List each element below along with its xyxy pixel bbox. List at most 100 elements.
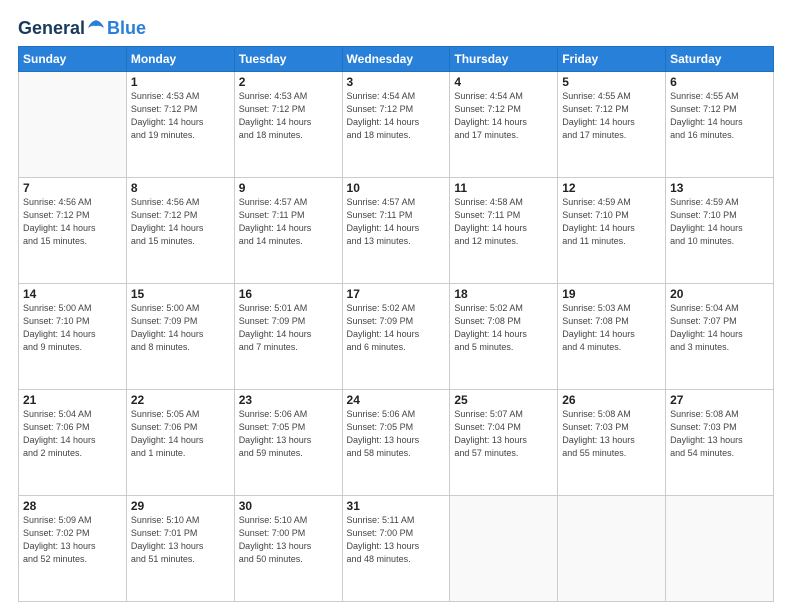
day-number: 9 <box>239 181 338 195</box>
day-info: Sunrise: 5:02 AM Sunset: 7:09 PM Dayligh… <box>347 302 446 354</box>
day-number: 27 <box>670 393 769 407</box>
day-info: Sunrise: 5:00 AM Sunset: 7:10 PM Dayligh… <box>23 302 122 354</box>
calendar-cell: 15Sunrise: 5:00 AM Sunset: 7:09 PM Dayli… <box>126 284 234 390</box>
day-number: 19 <box>562 287 661 301</box>
col-header-saturday: Saturday <box>666 47 774 72</box>
day-info: Sunrise: 4:56 AM Sunset: 7:12 PM Dayligh… <box>131 196 230 248</box>
day-number: 10 <box>347 181 446 195</box>
col-header-sunday: Sunday <box>19 47 127 72</box>
day-number: 20 <box>670 287 769 301</box>
col-header-friday: Friday <box>558 47 666 72</box>
calendar-cell: 9Sunrise: 4:57 AM Sunset: 7:11 PM Daylig… <box>234 178 342 284</box>
col-header-monday: Monday <box>126 47 234 72</box>
day-number: 16 <box>239 287 338 301</box>
calendar-cell: 1Sunrise: 4:53 AM Sunset: 7:12 PM Daylig… <box>126 72 234 178</box>
day-number: 30 <box>239 499 338 513</box>
calendar-cell: 6Sunrise: 4:55 AM Sunset: 7:12 PM Daylig… <box>666 72 774 178</box>
day-number: 11 <box>454 181 553 195</box>
day-info: Sunrise: 5:06 AM Sunset: 7:05 PM Dayligh… <box>239 408 338 460</box>
day-number: 23 <box>239 393 338 407</box>
page: GeneralBlue SundayMondayTuesdayWednesday… <box>0 0 792 612</box>
calendar-cell: 17Sunrise: 5:02 AM Sunset: 7:09 PM Dayli… <box>342 284 450 390</box>
calendar-cell: 2Sunrise: 4:53 AM Sunset: 7:12 PM Daylig… <box>234 72 342 178</box>
day-number: 4 <box>454 75 553 89</box>
calendar-cell: 4Sunrise: 4:54 AM Sunset: 7:12 PM Daylig… <box>450 72 558 178</box>
logo: GeneralBlue <box>18 18 146 38</box>
calendar-week-row: 14Sunrise: 5:00 AM Sunset: 7:10 PM Dayli… <box>19 284 774 390</box>
day-info: Sunrise: 4:56 AM Sunset: 7:12 PM Dayligh… <box>23 196 122 248</box>
day-number: 28 <box>23 499 122 513</box>
calendar-week-row: 21Sunrise: 5:04 AM Sunset: 7:06 PM Dayli… <box>19 390 774 496</box>
day-info: Sunrise: 4:55 AM Sunset: 7:12 PM Dayligh… <box>562 90 661 142</box>
day-info: Sunrise: 4:54 AM Sunset: 7:12 PM Dayligh… <box>454 90 553 142</box>
day-info: Sunrise: 5:00 AM Sunset: 7:09 PM Dayligh… <box>131 302 230 354</box>
day-number: 21 <box>23 393 122 407</box>
day-info: Sunrise: 5:02 AM Sunset: 7:08 PM Dayligh… <box>454 302 553 354</box>
calendar-week-row: 7Sunrise: 4:56 AM Sunset: 7:12 PM Daylig… <box>19 178 774 284</box>
calendar-cell: 24Sunrise: 5:06 AM Sunset: 7:05 PM Dayli… <box>342 390 450 496</box>
day-info: Sunrise: 5:06 AM Sunset: 7:05 PM Dayligh… <box>347 408 446 460</box>
col-header-wednesday: Wednesday <box>342 47 450 72</box>
day-number: 3 <box>347 75 446 89</box>
calendar-cell <box>666 496 774 602</box>
calendar-week-row: 1Sunrise: 4:53 AM Sunset: 7:12 PM Daylig… <box>19 72 774 178</box>
day-info: Sunrise: 4:57 AM Sunset: 7:11 PM Dayligh… <box>239 196 338 248</box>
header: GeneralBlue <box>18 18 774 38</box>
logo-bird-icon <box>86 18 106 38</box>
calendar-cell: 29Sunrise: 5:10 AM Sunset: 7:01 PM Dayli… <box>126 496 234 602</box>
day-number: 15 <box>131 287 230 301</box>
calendar-cell: 26Sunrise: 5:08 AM Sunset: 7:03 PM Dayli… <box>558 390 666 496</box>
day-info: Sunrise: 4:59 AM Sunset: 7:10 PM Dayligh… <box>670 196 769 248</box>
day-info: Sunrise: 5:08 AM Sunset: 7:03 PM Dayligh… <box>670 408 769 460</box>
day-number: 2 <box>239 75 338 89</box>
day-info: Sunrise: 4:57 AM Sunset: 7:11 PM Dayligh… <box>347 196 446 248</box>
calendar-cell: 25Sunrise: 5:07 AM Sunset: 7:04 PM Dayli… <box>450 390 558 496</box>
calendar-cell: 31Sunrise: 5:11 AM Sunset: 7:00 PM Dayli… <box>342 496 450 602</box>
day-number: 26 <box>562 393 661 407</box>
day-info: Sunrise: 5:01 AM Sunset: 7:09 PM Dayligh… <box>239 302 338 354</box>
logo-general: General <box>18 19 85 37</box>
calendar-cell: 28Sunrise: 5:09 AM Sunset: 7:02 PM Dayli… <box>19 496 127 602</box>
day-number: 6 <box>670 75 769 89</box>
day-info: Sunrise: 4:59 AM Sunset: 7:10 PM Dayligh… <box>562 196 661 248</box>
day-number: 18 <box>454 287 553 301</box>
day-info: Sunrise: 5:03 AM Sunset: 7:08 PM Dayligh… <box>562 302 661 354</box>
day-number: 5 <box>562 75 661 89</box>
calendar-week-row: 28Sunrise: 5:09 AM Sunset: 7:02 PM Dayli… <box>19 496 774 602</box>
day-info: Sunrise: 5:11 AM Sunset: 7:00 PM Dayligh… <box>347 514 446 566</box>
day-number: 17 <box>347 287 446 301</box>
calendar-cell: 8Sunrise: 4:56 AM Sunset: 7:12 PM Daylig… <box>126 178 234 284</box>
day-info: Sunrise: 5:04 AM Sunset: 7:06 PM Dayligh… <box>23 408 122 460</box>
day-info: Sunrise: 4:53 AM Sunset: 7:12 PM Dayligh… <box>131 90 230 142</box>
col-header-thursday: Thursday <box>450 47 558 72</box>
day-number: 8 <box>131 181 230 195</box>
day-number: 12 <box>562 181 661 195</box>
day-number: 24 <box>347 393 446 407</box>
calendar-table: SundayMondayTuesdayWednesdayThursdayFrid… <box>18 46 774 602</box>
calendar-cell: 19Sunrise: 5:03 AM Sunset: 7:08 PM Dayli… <box>558 284 666 390</box>
day-info: Sunrise: 5:07 AM Sunset: 7:04 PM Dayligh… <box>454 408 553 460</box>
calendar-cell: 12Sunrise: 4:59 AM Sunset: 7:10 PM Dayli… <box>558 178 666 284</box>
day-number: 31 <box>347 499 446 513</box>
calendar-cell: 18Sunrise: 5:02 AM Sunset: 7:08 PM Dayli… <box>450 284 558 390</box>
logo-text: GeneralBlue <box>18 18 146 38</box>
day-info: Sunrise: 4:55 AM Sunset: 7:12 PM Dayligh… <box>670 90 769 142</box>
day-info: Sunrise: 5:10 AM Sunset: 7:00 PM Dayligh… <box>239 514 338 566</box>
calendar-header-row: SundayMondayTuesdayWednesdayThursdayFrid… <box>19 47 774 72</box>
day-info: Sunrise: 5:08 AM Sunset: 7:03 PM Dayligh… <box>562 408 661 460</box>
day-info: Sunrise: 4:58 AM Sunset: 7:11 PM Dayligh… <box>454 196 553 248</box>
day-number: 25 <box>454 393 553 407</box>
calendar-cell: 11Sunrise: 4:58 AM Sunset: 7:11 PM Dayli… <box>450 178 558 284</box>
calendar-cell: 7Sunrise: 4:56 AM Sunset: 7:12 PM Daylig… <box>19 178 127 284</box>
calendar-cell: 21Sunrise: 5:04 AM Sunset: 7:06 PM Dayli… <box>19 390 127 496</box>
calendar-cell: 22Sunrise: 5:05 AM Sunset: 7:06 PM Dayli… <box>126 390 234 496</box>
day-info: Sunrise: 4:53 AM Sunset: 7:12 PM Dayligh… <box>239 90 338 142</box>
calendar-cell: 16Sunrise: 5:01 AM Sunset: 7:09 PM Dayli… <box>234 284 342 390</box>
day-number: 1 <box>131 75 230 89</box>
calendar-cell: 27Sunrise: 5:08 AM Sunset: 7:03 PM Dayli… <box>666 390 774 496</box>
day-number: 14 <box>23 287 122 301</box>
calendar-cell: 14Sunrise: 5:00 AM Sunset: 7:10 PM Dayli… <box>19 284 127 390</box>
calendar-cell: 3Sunrise: 4:54 AM Sunset: 7:12 PM Daylig… <box>342 72 450 178</box>
calendar-cell <box>19 72 127 178</box>
day-info: Sunrise: 4:54 AM Sunset: 7:12 PM Dayligh… <box>347 90 446 142</box>
